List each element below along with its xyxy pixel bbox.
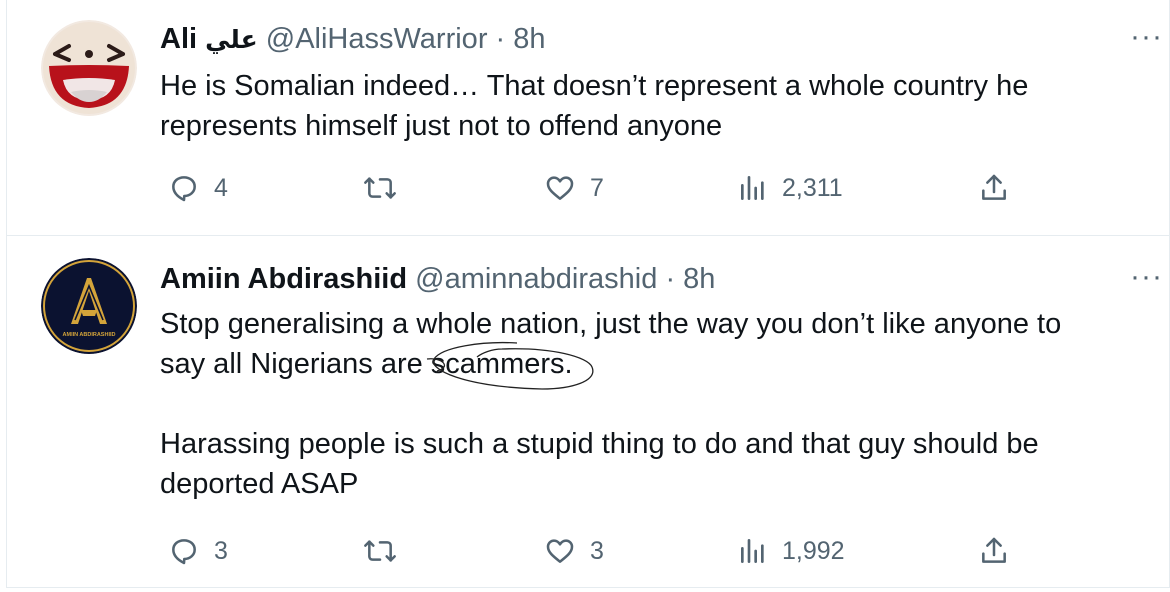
tweet-text: Stop generalising a whole nation, just t… (160, 308, 1062, 500)
reply-button[interactable]: 3 (168, 531, 228, 571)
retweet-icon (364, 540, 396, 562)
separator: · (495, 23, 506, 55)
share-button[interactable] (978, 168, 1010, 208)
tweet-header: Amiin Abdirashiid @aminnabdirashid · 8h (160, 260, 715, 298)
analytics-icon (741, 539, 764, 563)
share-icon (982, 174, 1006, 200)
avatar[interactable]: AMIIN ABDIRASHIID (41, 258, 137, 354)
handle[interactable]: @AliHassWarrior (266, 23, 488, 55)
more-options-button[interactable]: ··· (1130, 262, 1163, 292)
timestamp[interactable]: 8h (513, 23, 545, 55)
handle[interactable]: @aminnabdirashid (415, 263, 657, 295)
retweet-button[interactable] (362, 168, 398, 208)
tweet-text: He is Somalian indeed… That doesn’t repr… (160, 70, 1029, 142)
like-count: 7 (590, 173, 604, 202)
timestamp[interactable]: 8h (683, 263, 715, 295)
share-button[interactable] (978, 531, 1010, 571)
display-name[interactable]: Ali (160, 23, 197, 55)
reply-button[interactable]: 4 (168, 168, 228, 208)
display-name-arabic[interactable]: علي (205, 25, 258, 54)
action-bar: 4 7 2,311 (160, 168, 1030, 208)
action-bar: 3 3 1,992 (160, 531, 1030, 571)
like-count: 3 (590, 536, 604, 565)
tweet-header: Ali علي @AliHassWarrior · 8h (160, 20, 546, 59)
avatar-text: AMIIN ABDIRASHIID (63, 332, 116, 338)
avatar[interactable] (41, 20, 137, 116)
reply-count: 3 (214, 536, 228, 565)
heart-icon (546, 176, 574, 200)
more-options-button[interactable]: ··· (1130, 22, 1163, 52)
gold-a-logo-icon: AMIIN ABDIRASHIID (41, 258, 137, 354)
separator: · (665, 263, 676, 295)
tweet[interactable]: Ali علي @AliHassWarrior · 8h ··· He is S… (7, 0, 1169, 236)
like-button[interactable]: 7 (544, 168, 604, 208)
reply-icon (172, 539, 196, 565)
tweet[interactable]: AMIIN ABDIRASHIID Amiin Abdirashiid @ami… (7, 236, 1169, 588)
views-button[interactable]: 1,992 (738, 531, 845, 571)
reply-thread: Ali علي @AliHassWarrior · 8h ··· He is S… (6, 0, 1170, 588)
retweet-button[interactable] (362, 531, 398, 571)
heart-icon (546, 539, 574, 563)
views-button[interactable]: 2,311 (738, 168, 843, 208)
like-button[interactable]: 3 (544, 531, 604, 571)
retweet-icon (364, 177, 396, 199)
views-count: 1,992 (782, 536, 845, 565)
display-name[interactable]: Amiin Abdirashiid (160, 263, 407, 295)
reply-icon (172, 176, 196, 202)
reply-count: 4 (214, 173, 228, 202)
analytics-icon (741, 176, 764, 200)
laughing-face-icon (41, 20, 137, 116)
views-count: 2,311 (782, 173, 843, 202)
share-icon (982, 537, 1006, 563)
